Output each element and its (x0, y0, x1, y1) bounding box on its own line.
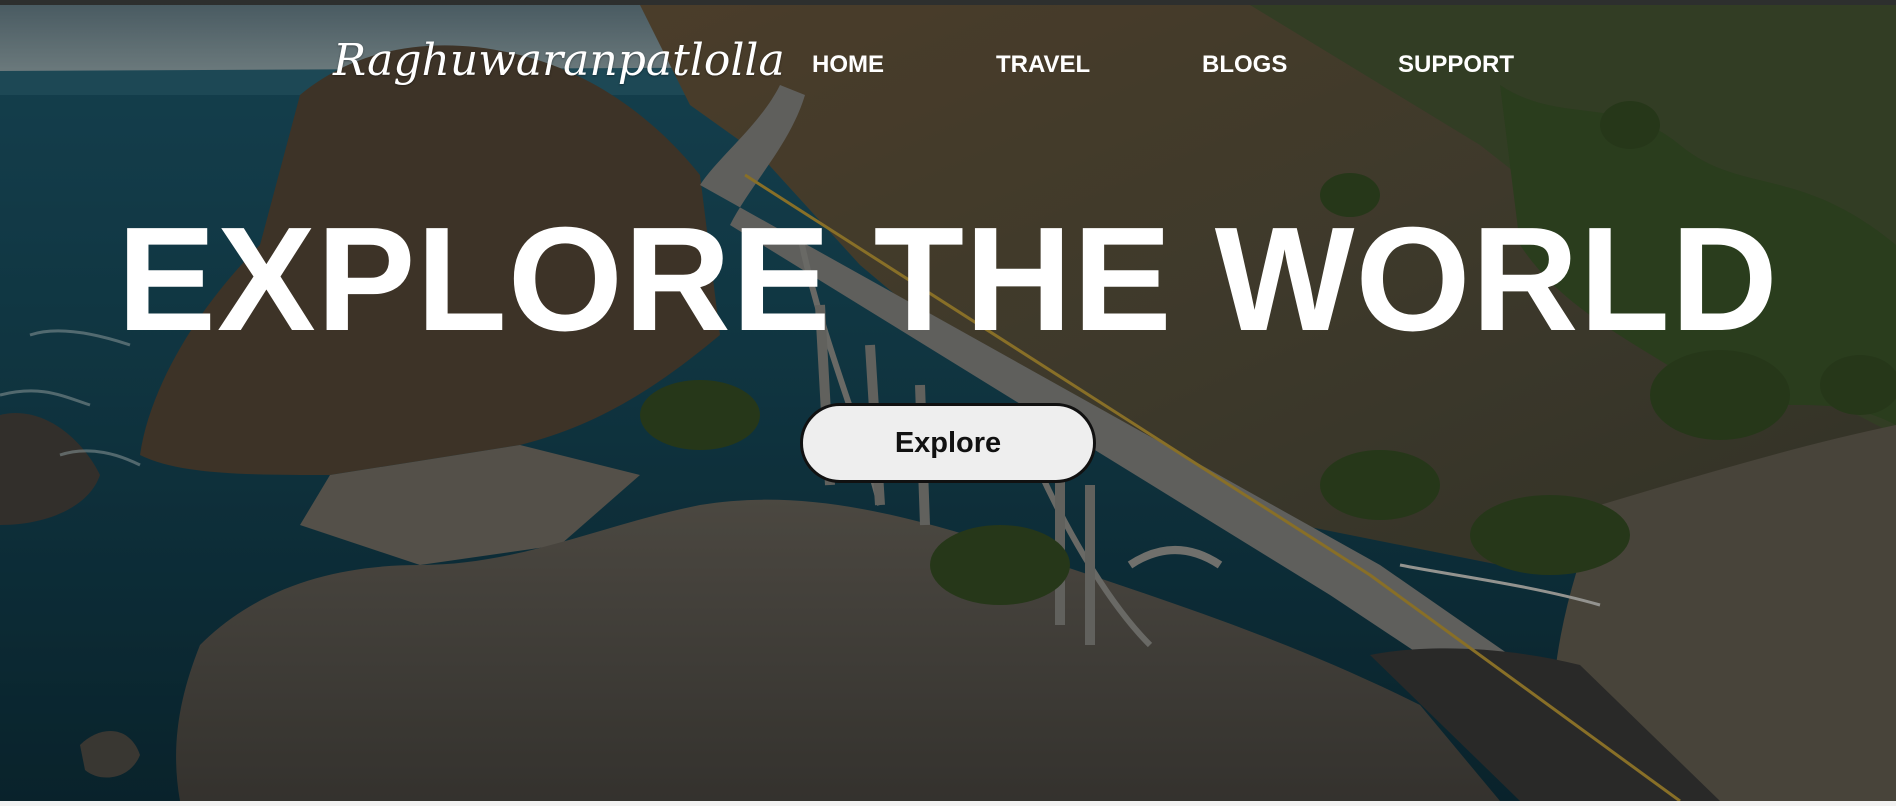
explore-button[interactable]: Explore (800, 403, 1096, 483)
nav-item-blogs[interactable]: BLOGS (1202, 51, 1287, 79)
nav-item-home[interactable]: HOME (812, 51, 884, 79)
window-bottom-border (0, 801, 1896, 806)
top-navigation: Raghuwaranpatlolla HOME TRAVEL BLOGS SUP… (0, 5, 1896, 115)
window-top-border (0, 0, 1896, 5)
nav-item-support[interactable]: SUPPORT (1398, 51, 1514, 79)
nav-item-travel[interactable]: TRAVEL (996, 51, 1090, 79)
nav-menu: HOME TRAVEL BLOGS SUPPORT (0, 51, 1896, 91)
hero-headline: EXPLORE THE WORLD (117, 197, 1779, 362)
